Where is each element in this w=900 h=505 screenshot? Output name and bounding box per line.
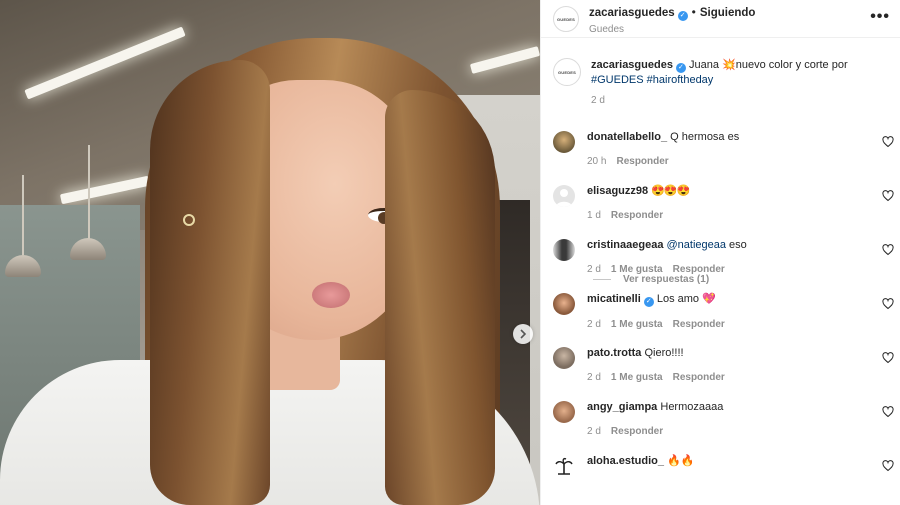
comment-time[interactable]: 2 d [587, 318, 601, 332]
post-header: GUEDES zacariasguedes ✓ • Siguiendo Guedes … [541, 0, 900, 38]
photo-lamp-cord [88, 145, 90, 240]
list-item: pato.trotta Qiero!!!! 2 d 1 Me gusta Respo… [541, 346, 900, 400]
photo-earring [183, 214, 195, 226]
heart-icon[interactable] [882, 406, 894, 418]
hashtag-link[interactable]: #GUEDES [591, 74, 644, 86]
comment-list: donatellabello_ Q hermosa es 20 h Respond… [541, 130, 900, 505]
reply-button[interactable]: Responder [673, 371, 725, 385]
author-info: zacariasguedes ✓ • Siguiendo Guedes [589, 5, 755, 35]
caption-text: zacariasguedes ✓ Juana 💥nuevo color y cor… [591, 58, 888, 87]
caption-meta: 2 d [591, 95, 888, 106]
comment-username[interactable]: cristinaaegeaa [587, 239, 663, 251]
avatar[interactable] [553, 185, 575, 207]
comment-time[interactable]: 1 d [587, 209, 601, 223]
heart-icon[interactable] [882, 190, 894, 202]
author-avatar[interactable]: GUEDES [553, 6, 579, 32]
post-caption: GUEDES zacariasguedes ✓ Juana 💥nuevo colo… [541, 38, 900, 130]
comment-likes[interactable]: 1 Me gusta [611, 371, 663, 385]
caption-username[interactable]: zacariasguedes [591, 59, 673, 71]
hashtag-link[interactable]: #hairoftheday [647, 74, 714, 86]
more-options-icon[interactable]: ••• [870, 8, 890, 26]
heart-icon[interactable] [882, 298, 894, 310]
comment-username[interactable]: micatinelli [587, 293, 641, 305]
reply-button[interactable]: Responder [611, 209, 663, 223]
reply-button[interactable]: Responder [616, 155, 668, 169]
post-photo [0, 0, 540, 505]
list-item: cristinaaegeaa @natiegeaa eso 2 d 1 Me gu… [541, 238, 900, 292]
list-item: micatinelli ✓ Los amo 💖 2 d 1 Me gusta Resp… [541, 292, 900, 346]
following-button[interactable]: Siguiendo [700, 7, 756, 19]
avatar[interactable] [553, 401, 575, 423]
chevron-right-icon [520, 329, 527, 339]
verified-badge-icon: ✓ [675, 63, 686, 73]
avatar[interactable] [553, 455, 575, 477]
list-item: angy_giampa Hermozaaaa 2 d Responder [541, 400, 900, 454]
list-item: donatellabello_ Q hermosa es 20 h Respond… [541, 130, 900, 184]
reply-button[interactable]: Responder [611, 425, 663, 439]
caption-text-part: Juana [689, 59, 723, 71]
sparkling-heart-emoji: 💖 [702, 293, 716, 305]
verified-badge-icon: ✓ [677, 11, 688, 21]
comment-time[interactable]: 2 d [587, 263, 601, 277]
comment-time[interactable]: 2 d [587, 371, 601, 385]
mention-link[interactable]: @natiegeaa [667, 239, 727, 251]
avatar[interactable] [553, 347, 575, 369]
heart-icon[interactable] [882, 460, 894, 472]
comment-likes[interactable]: 1 Me gusta [611, 263, 663, 277]
photo-lamp-cord [22, 175, 24, 255]
comment-text: Qiero!!!! [644, 347, 684, 359]
comment-username[interactable]: angy_giampa [587, 401, 657, 413]
avatar[interactable] [553, 293, 575, 315]
list-item: aloha.estudio_ 🔥🔥 [541, 454, 900, 505]
next-photo-button[interactable] [513, 324, 533, 344]
avatar[interactable] [553, 239, 575, 261]
reply-button[interactable]: Responder [673, 263, 725, 277]
heart-icon[interactable] [882, 244, 894, 256]
reply-button[interactable]: Responder [673, 318, 725, 332]
author-subname: Guedes [589, 24, 625, 35]
comment-text: Los amo [656, 293, 703, 305]
comment-username[interactable]: pato.trotta [587, 347, 641, 359]
caption-time[interactable]: 2 d [591, 95, 605, 106]
comment-likes[interactable]: 1 Me gusta [611, 318, 663, 332]
photo-lips [312, 282, 350, 308]
photo-hair [150, 60, 270, 505]
avatar-logo-text: GUEDES [557, 69, 577, 75]
comment-username[interactable]: donatellabello_ [587, 131, 667, 143]
comment-text: eso [726, 239, 747, 251]
comment-text: Q hermosa es [670, 131, 740, 143]
list-item: elisaguzz98 😍😍😍 1 d Responder [541, 184, 900, 238]
heart-icon[interactable] [882, 136, 894, 148]
heart-icon[interactable] [882, 352, 894, 364]
collision-emoji: 💥 [722, 59, 736, 71]
comment-text: Hermozaaaa [660, 401, 724, 413]
comment-time[interactable]: 2 d [587, 425, 601, 439]
caption-author-avatar[interactable]: GUEDES [553, 58, 581, 86]
default-avatar-icon [556, 189, 572, 207]
post-sidebar: GUEDES zacariasguedes ✓ • Siguiendo Guedes … [540, 0, 900, 505]
comment-username[interactable]: aloha.estudio_ [587, 455, 664, 467]
caption-text-part: nuevo color y corte por [735, 59, 848, 71]
comment-text: 😍😍😍 [651, 185, 690, 197]
avatar-logo-text: GUEDES [556, 16, 576, 22]
palm-tree-logo-icon [555, 457, 573, 475]
comment-username[interactable]: elisaguzz98 [587, 185, 648, 197]
author-username[interactable]: zacariasguedes [589, 7, 675, 19]
fire-emoji: 🔥🔥 [667, 455, 695, 467]
comment-time[interactable]: 20 h [587, 155, 606, 169]
photo-hair [385, 90, 495, 505]
separator-dot: • [691, 5, 696, 19]
verified-badge-icon: ✓ [643, 297, 654, 307]
avatar[interactable] [553, 131, 575, 153]
